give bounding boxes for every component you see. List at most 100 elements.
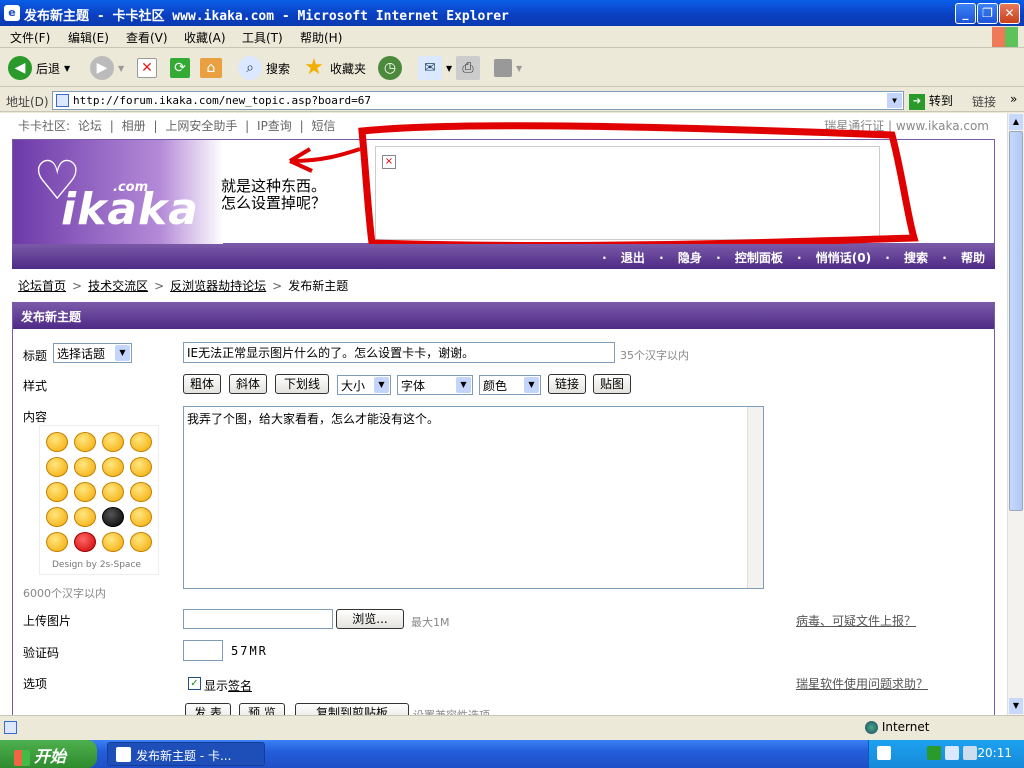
tray-umbrella-icon[interactable] [927, 746, 941, 760]
close-button[interactable]: ✕ [999, 3, 1020, 24]
copy-to-clipboard-button[interactable]: 复制到剪贴板 [295, 703, 409, 715]
menu-help[interactable]: 帮助(H) [300, 29, 342, 46]
font-family-select[interactable]: 字体 ▼ [397, 375, 473, 395]
title-bar[interactable]: e 发布新主题 - 卡卡社区 www.ikaka.com - Microsoft… [0, 0, 1024, 26]
font-size-select[interactable]: 大小 ▼ [337, 375, 391, 395]
nav-security-assistant[interactable]: 上网安全助手 [165, 119, 237, 133]
submit-button[interactable]: 发 表 [185, 703, 231, 715]
nav-ip-lookup[interactable]: IP查询 [257, 119, 292, 133]
home-button[interactable]: ⌂ [200, 55, 222, 81]
print-button[interactable]: ⎙ [456, 55, 480, 81]
smiley-icon[interactable] [46, 482, 68, 502]
link-button[interactable]: 链接 [548, 374, 586, 394]
tray-network-icon[interactable] [963, 746, 977, 760]
smiley-icon[interactable] [74, 532, 96, 552]
report-virus-link[interactable]: 病毒、可疑文件上报？ [796, 612, 916, 629]
smiley-icon[interactable] [102, 432, 124, 452]
show-signature-checkbox[interactable]: ✓ [188, 677, 201, 690]
menu-view[interactable]: 查看(V) [126, 29, 168, 46]
preview-button[interactable]: 预 览 [239, 703, 285, 715]
textarea-scrollbar[interactable] [747, 407, 763, 588]
smiley-icon[interactable] [74, 457, 96, 477]
title-hint: 35个汉字以内 [620, 349, 689, 362]
back-button[interactable]: ◀ 后退 ▼ [8, 55, 70, 81]
input-method-icon[interactable] [877, 746, 891, 760]
smiley-icon[interactable] [46, 457, 68, 477]
smiley-icon[interactable] [74, 482, 96, 502]
nav-invisible[interactable]: · 隐身 [659, 251, 702, 265]
smiley-icon[interactable] [130, 457, 152, 477]
title-input[interactable]: IE无法正常显示图片什么的了。怎么设置卡卡，谢谢。 [183, 342, 615, 363]
search-button[interactable]: ⌕ 搜索 [238, 55, 290, 81]
bold-button[interactable]: 粗体 [183, 374, 221, 394]
smiley-icon[interactable] [102, 482, 124, 502]
nav-help[interactable]: · 帮助 [942, 251, 985, 265]
content-textarea[interactable]: 我弄了个图，给大家看看，怎么才能没有这个。 [183, 406, 764, 589]
go-button[interactable]: ➜ 转到 [909, 92, 953, 110]
help-link[interactable]: 瑞星软件使用问题求助？ [796, 675, 928, 692]
mail-button[interactable]: ✉ ▼ [418, 55, 452, 81]
breadcrumb-tech-exchange[interactable]: 技术交流区 [88, 279, 148, 293]
forward-button[interactable]: ▶ ▼ [90, 55, 124, 81]
smiley-icon[interactable] [46, 432, 68, 452]
refresh-button[interactable]: ⟳ [170, 55, 190, 81]
color-select[interactable]: 颜色 ▼ [479, 375, 541, 395]
site-top-right[interactable]: 瑞星通行证 | www.ikaka.com [824, 117, 989, 134]
underline-button[interactable]: 下划线 [275, 374, 329, 394]
menu-tools[interactable]: 工具(T) [242, 29, 283, 46]
links-label[interactable]: 链接 [972, 93, 996, 110]
smiley-icon[interactable] [102, 457, 124, 477]
smiley-icon[interactable] [130, 482, 152, 502]
maximize-button[interactable]: ❐ [977, 3, 998, 24]
favorites-button[interactable]: ★ 收藏夹 [302, 55, 366, 81]
dropdown-icon: ▼ [516, 63, 523, 73]
history-button[interactable]: ◷ [378, 55, 402, 81]
smiley-icon[interactable] [130, 507, 152, 527]
ikaka-logo[interactable]: ♡ .com ikaka [13, 140, 223, 244]
smiley-icon[interactable] [130, 432, 152, 452]
scroll-down-icon[interactable]: ▼ [1009, 698, 1023, 714]
address-input[interactable]: http://forum.ikaka.com/new_topic.asp?boa… [52, 91, 904, 110]
smiley-icon[interactable] [102, 532, 124, 552]
broken-ad-frame[interactable]: × [375, 146, 880, 240]
nav-logout[interactable]: · 退出 [602, 251, 645, 265]
nav-control-panel[interactable]: · 控制面板 [716, 251, 783, 265]
minimize-button[interactable]: _ [955, 3, 976, 24]
smiley-icon[interactable] [46, 532, 68, 552]
smiley-icon[interactable] [130, 532, 152, 552]
breadcrumb-forum-home[interactable]: 论坛首页 [18, 279, 66, 293]
breadcrumb-anti-hijack-forum[interactable]: 反浏览器劫持论坛 [170, 279, 266, 293]
signature-link[interactable]: 签名 [228, 679, 252, 693]
smiley-icon[interactable] [46, 507, 68, 527]
nav-forum[interactable]: 论坛 [78, 119, 102, 133]
address-url: http://forum.ikaka.com/new_topic.asp?boa… [73, 94, 372, 107]
tray-ie-icon[interactable] [945, 746, 959, 760]
edit-button[interactable]: ▼ [494, 55, 522, 81]
taskbar-ie-window[interactable]: 发布新主题 - 卡... [107, 742, 265, 766]
smiley-icon[interactable] [74, 432, 96, 452]
browse-button[interactable]: 浏览... [336, 609, 404, 629]
start-button[interactable]: 开始 [0, 740, 97, 768]
scroll-up-icon[interactable]: ▲ [1009, 114, 1023, 130]
nav-album[interactable]: 相册 [122, 119, 146, 133]
breadcrumb: 论坛首页 > 技术交流区 > 反浏览器劫持论坛 > 发布新主题 [18, 279, 349, 293]
captcha-input[interactable] [183, 640, 223, 661]
menu-favorites[interactable]: 收藏(A) [184, 29, 226, 46]
nav-private-messages[interactable]: · 悄悄话(0) [797, 251, 871, 265]
nav-messages[interactable]: 短信 [312, 119, 336, 133]
nav-search[interactable]: · 搜索 [885, 251, 928, 265]
smiley-icon[interactable] [74, 507, 96, 527]
menu-edit[interactable]: 编辑(E) [68, 29, 109, 46]
smiley-panel: Design by 2s-Space [39, 425, 159, 575]
menu-file[interactable]: 文件(F) [10, 29, 50, 46]
scroll-thumb[interactable] [1009, 131, 1023, 511]
italic-button[interactable]: 斜体 [229, 374, 267, 394]
stop-button[interactable]: ✕ [137, 55, 157, 81]
smiley-icon[interactable] [102, 507, 124, 527]
topic-select[interactable]: 选择话题 ▼ [53, 343, 132, 363]
address-dropdown-icon[interactable]: ▼ [887, 93, 902, 108]
page-scrollbar[interactable]: ▲ ▼ [1007, 113, 1024, 715]
insert-image-button[interactable]: 贴图 [593, 374, 631, 394]
chevron-right-icon[interactable]: » [1010, 92, 1017, 106]
upload-file-input[interactable] [183, 609, 333, 629]
